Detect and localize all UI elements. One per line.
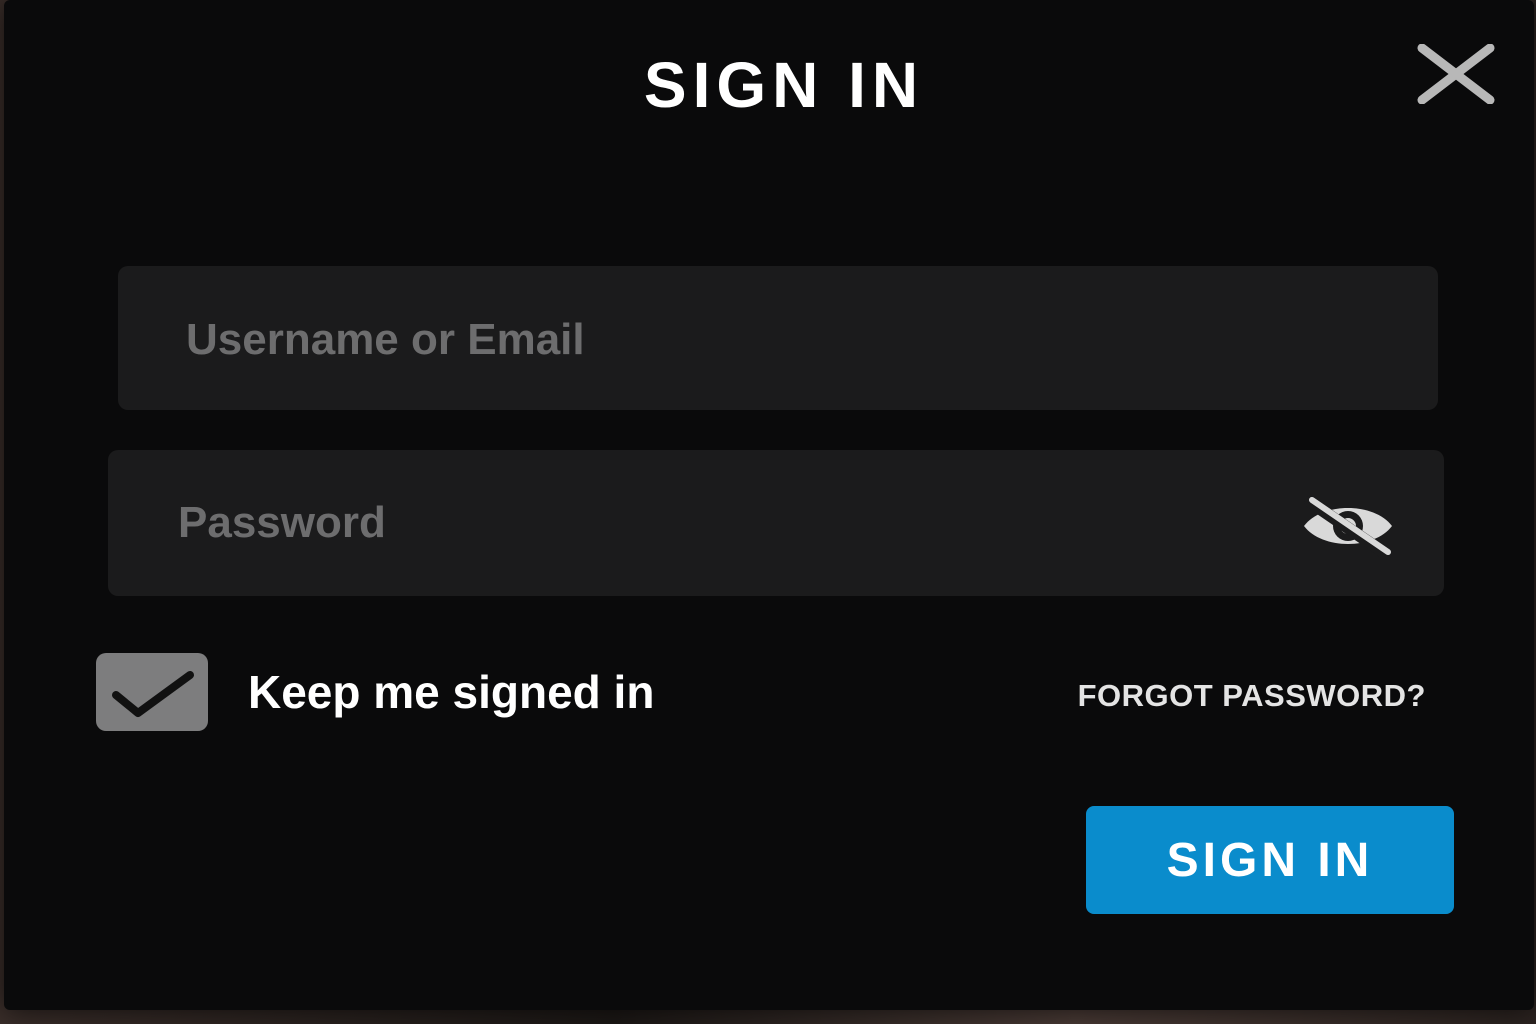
password-visibility-toggle[interactable] xyxy=(1300,496,1396,560)
keep-signed-in-label: Keep me signed in xyxy=(248,666,655,718)
keep-signed-in-row[interactable]: Keep me signed in xyxy=(96,652,654,732)
username-field-container xyxy=(118,266,1438,410)
close-icon xyxy=(1417,43,1495,105)
username-input[interactable] xyxy=(118,266,1438,410)
sign-in-button[interactable]: SIGN IN xyxy=(1086,806,1454,914)
checkmark-icon xyxy=(112,671,194,717)
password-input[interactable] xyxy=(108,450,1444,596)
password-field-container xyxy=(108,450,1444,596)
forgot-password-link[interactable]: FORGOT PASSWORD? xyxy=(1026,678,1426,714)
eye-off-icon xyxy=(1304,496,1392,560)
keep-signed-in-checkbox[interactable] xyxy=(96,653,208,731)
close-button[interactable] xyxy=(1414,43,1498,105)
dialog-title: SIGN IN xyxy=(643,49,925,121)
sign-in-dialog: SIGN IN Keep me signed in FOR xyxy=(4,0,1534,1010)
